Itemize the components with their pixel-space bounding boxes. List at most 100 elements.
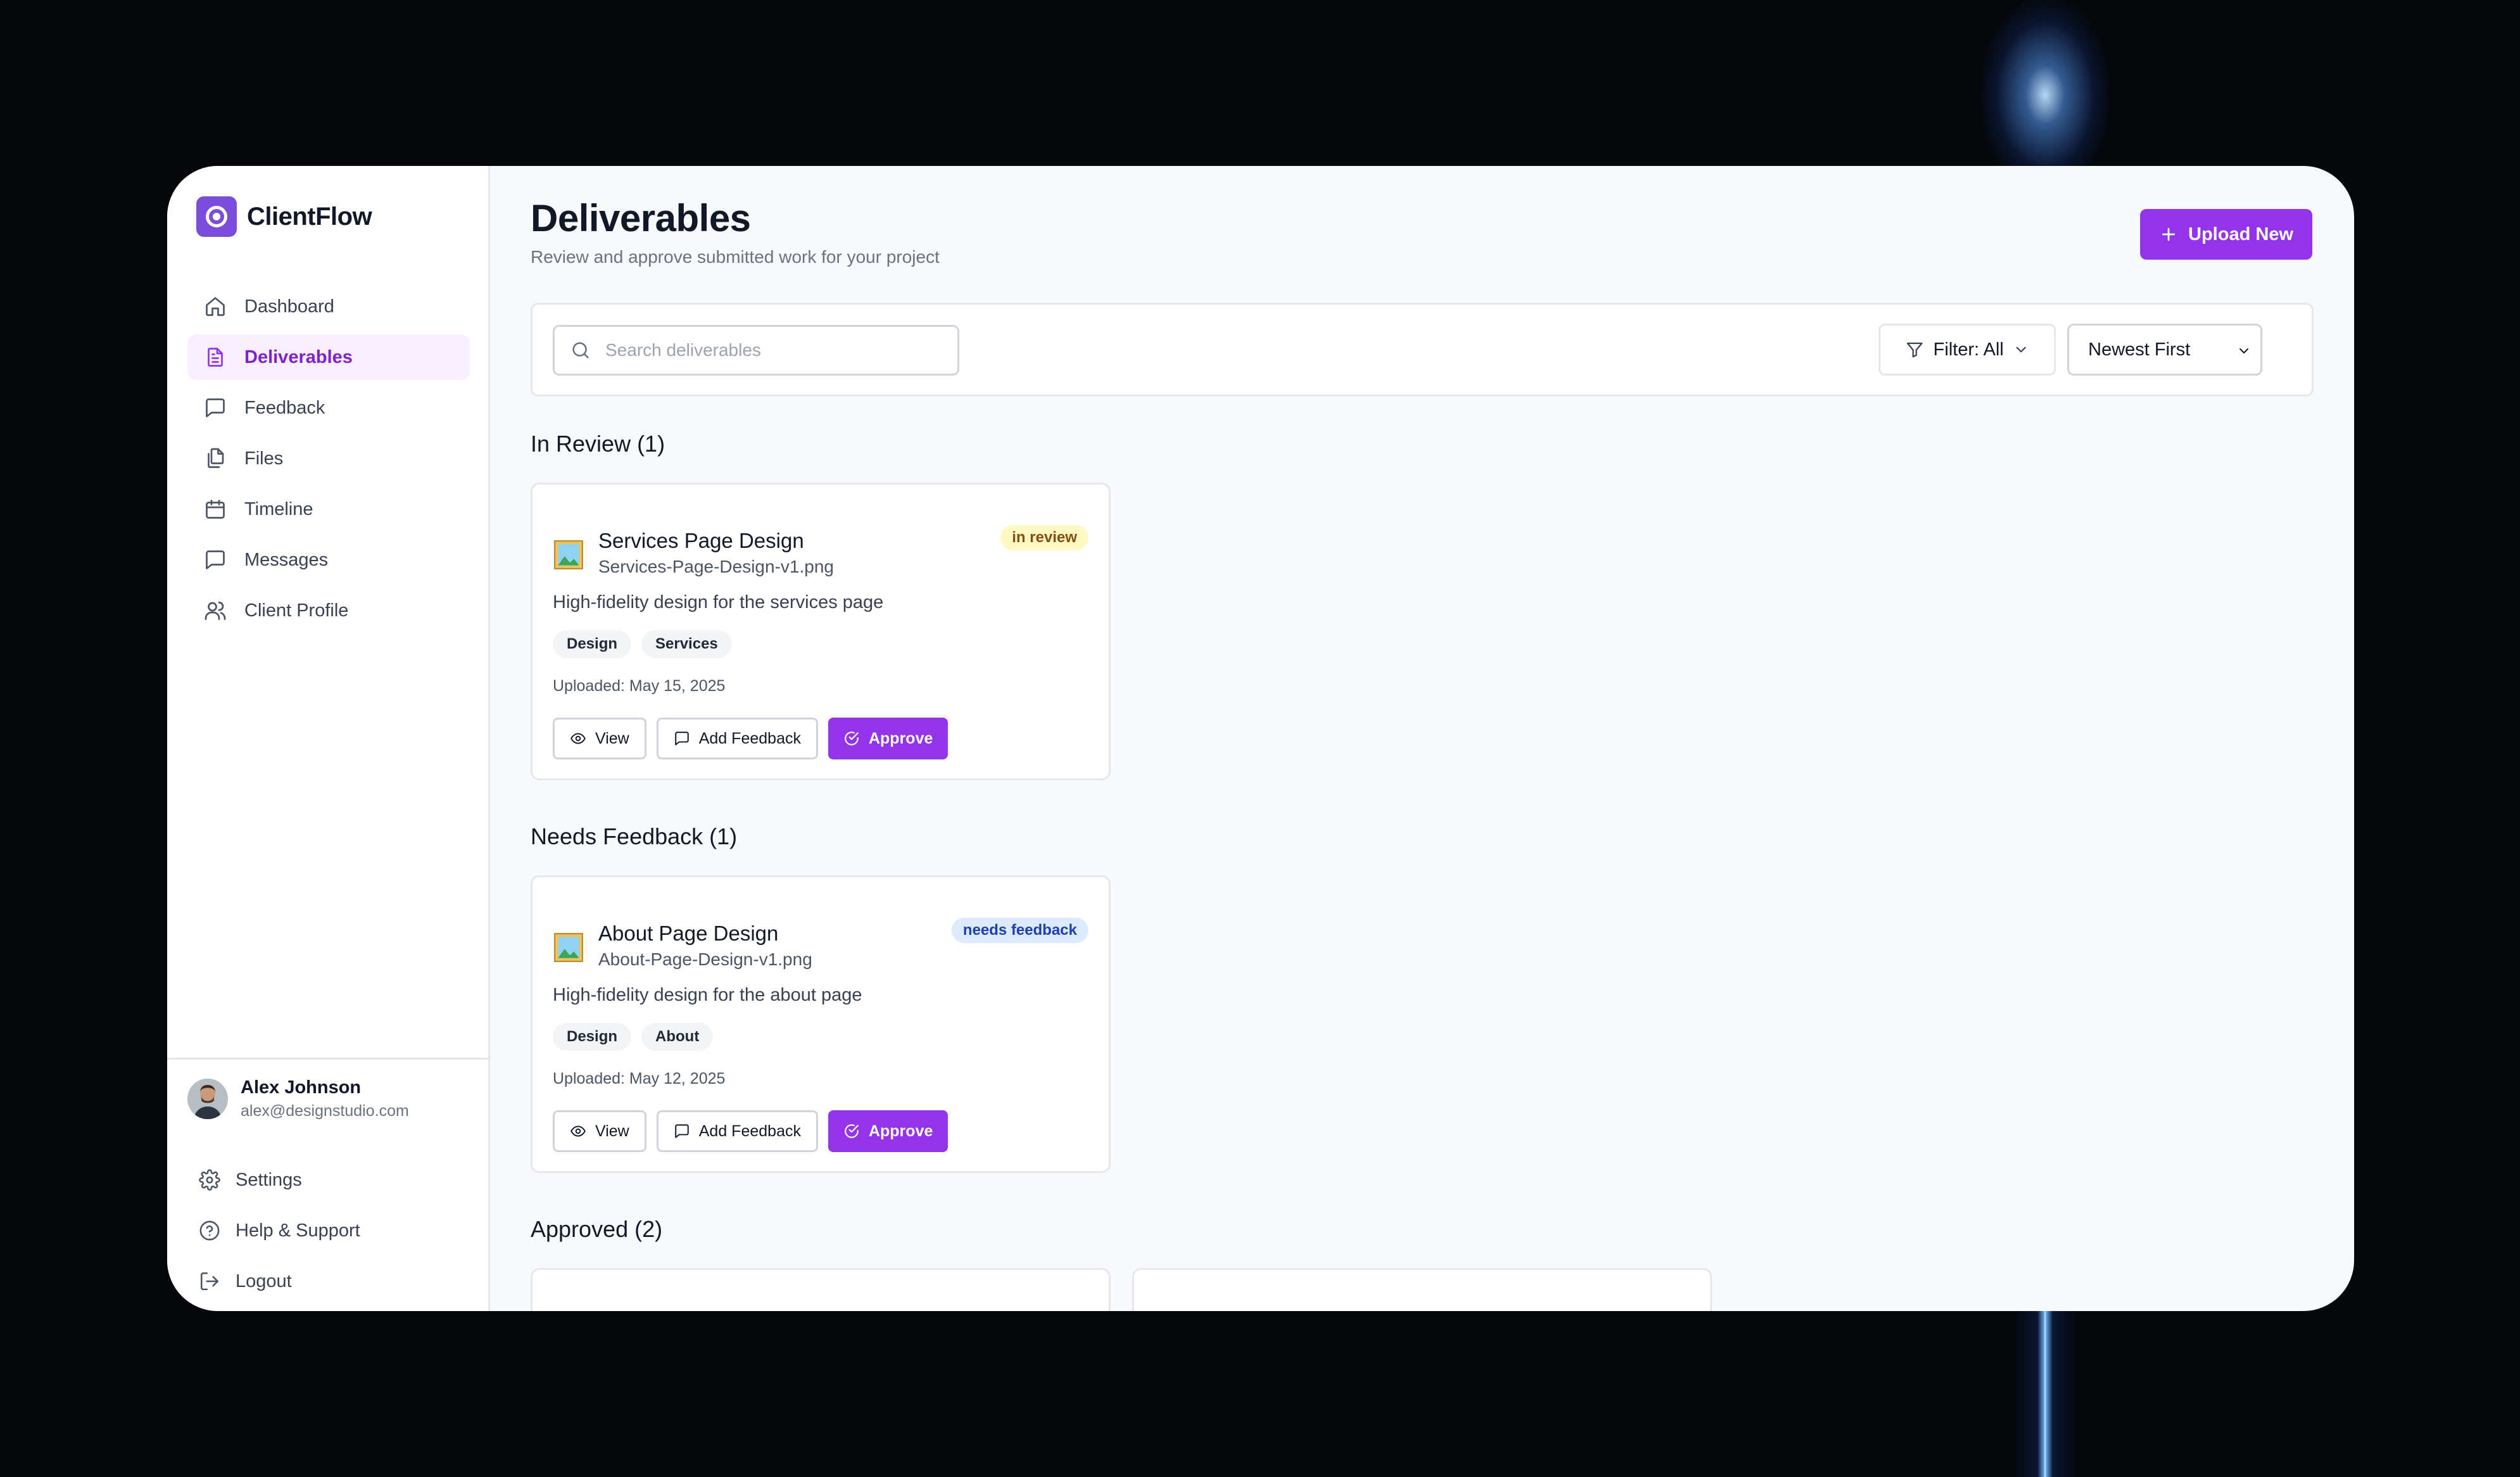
chevron-down-icon: [2240, 348, 2248, 354]
logout-icon: [200, 1272, 219, 1291]
status-badge: in review: [1000, 525, 1088, 550]
add-feedback-label: Add Feedback: [698, 729, 801, 747]
sort-value: Newest First: [2088, 339, 2191, 360]
brand[interactable]: ClientFlow: [196, 196, 372, 237]
section-title-needs-feedback: Needs Feedback (1): [531, 823, 738, 849]
deliverable-card: [531, 1268, 1111, 1311]
sidebar-item-label: Deliverables: [244, 346, 353, 367]
avatar: [187, 1079, 228, 1119]
sidebar-item-label: Client Profile: [244, 600, 349, 621]
sidebar-item-label: Files: [244, 448, 284, 469]
upload-new-label: Upload New: [2188, 224, 2293, 244]
card-title: About Page Design: [598, 922, 779, 945]
brand-name: ClientFlow: [247, 202, 372, 231]
section-title-approved: Approved (2): [531, 1216, 663, 1242]
logout-link[interactable]: Logout: [199, 1256, 360, 1307]
tag: Design: [553, 1023, 632, 1051]
sidebar-item-client-profile[interactable]: Client Profile: [187, 588, 470, 633]
eye-icon: [570, 733, 586, 744]
help-support-label: Help & Support: [236, 1220, 360, 1241]
search-input[interactable]: [605, 340, 935, 360]
filter-label: Filter: All: [1933, 339, 2004, 360]
approve-button[interactable]: Approve: [828, 718, 948, 759]
tag-list: Design Services: [553, 630, 742, 658]
add-feedback-button[interactable]: Add Feedback: [656, 1110, 818, 1152]
sidebar-item-messages[interactable]: Messages: [187, 537, 470, 583]
check-circle-icon: [845, 1124, 859, 1138]
logout-label: Logout: [236, 1271, 292, 1291]
plus-icon: [2162, 227, 2176, 241]
filter-button[interactable]: Filter: All: [1879, 324, 2056, 376]
upload-new-button[interactable]: Upload New: [2140, 209, 2312, 260]
status-badge: needs feedback: [951, 918, 1088, 943]
user-email: alex@designstudio.com: [241, 1102, 409, 1120]
image-file-icon: [554, 933, 583, 962]
view-button[interactable]: View: [553, 718, 646, 759]
tag-list: Design About: [553, 1023, 723, 1051]
message-icon: [206, 550, 225, 569]
page-subtitle: Review and approve submitted work for yo…: [531, 247, 940, 267]
chevron-down-icon: [2016, 346, 2026, 353]
view-button[interactable]: View: [553, 1110, 646, 1152]
sidebar-item-feedback[interactable]: Feedback: [187, 385, 470, 431]
users-icon: [205, 601, 226, 620]
help-icon: [199, 1220, 220, 1241]
upload-date: Uploaded: May 12, 2025: [553, 1070, 726, 1087]
approve-label: Approve: [868, 729, 933, 747]
sidebar-item-deliverables[interactable]: Deliverables: [187, 334, 470, 380]
card-actions: View Add Feedback Approve: [553, 718, 958, 759]
message-square-icon: [675, 732, 689, 745]
deliverable-card: About Page Design About-Page-Design-v1.p…: [531, 875, 1111, 1173]
settings-link[interactable]: Settings: [199, 1155, 360, 1205]
sidebar-item-timeline[interactable]: Timeline: [187, 486, 470, 532]
gear-icon: [199, 1169, 220, 1191]
filter-icon: [1907, 342, 1923, 358]
add-feedback-label: Add Feedback: [698, 1122, 801, 1140]
sidebar-item-label: Feedback: [244, 397, 325, 418]
user-profile[interactable]: Alex Johnson alex@designstudio.com: [187, 1077, 409, 1120]
brand-logo-icon: [196, 196, 237, 237]
card-filename: Services-Page-Design-v1.png: [598, 557, 834, 576]
sidebar-footer-nav: Settings Help & Support Logout: [199, 1155, 360, 1307]
main-content: Deliverables Review and approve submitte…: [490, 166, 2354, 1311]
calendar-icon: [206, 500, 225, 519]
card-title: Services Page Design: [598, 529, 804, 552]
background-glow: [1982, 0, 2108, 190]
files-icon: [208, 448, 224, 468]
card-description: High-fidelity design for the about page: [553, 985, 862, 1005]
view-label: View: [595, 1122, 629, 1140]
approve-label: Approve: [868, 1122, 933, 1140]
message-square-icon: [675, 1124, 689, 1138]
search-icon: [572, 342, 589, 358]
user-name: Alex Johnson: [241, 1077, 362, 1098]
image-file-icon: [554, 540, 583, 569]
message-square-icon: [206, 398, 225, 417]
sidebar-footer: Alex Johnson alex@designstudio.com Setti…: [167, 1058, 490, 1291]
tag: Design: [553, 630, 632, 658]
tag: Services: [641, 630, 732, 658]
sidebar: ClientFlow Dashboard Deliverables Feedba…: [167, 166, 490, 1311]
check-circle-icon: [845, 732, 859, 745]
sort-select[interactable]: Newest First: [2067, 324, 2262, 376]
tag: About: [641, 1023, 714, 1051]
sidebar-item-label: Timeline: [244, 498, 313, 519]
upload-date: Uploaded: May 15, 2025: [553, 677, 726, 695]
eye-icon: [570, 1125, 586, 1137]
settings-label: Settings: [236, 1169, 302, 1190]
document-icon: [208, 348, 223, 367]
card-description: High-fidelity design for the services pa…: [553, 592, 884, 612]
add-feedback-button[interactable]: Add Feedback: [656, 718, 818, 759]
approve-button[interactable]: Approve: [828, 1110, 948, 1152]
sidebar-item-dashboard[interactable]: Dashboard: [187, 284, 470, 329]
view-label: View: [595, 729, 629, 747]
section-title-in-review: In Review (1): [531, 431, 665, 457]
toolbar: Filter: All Newest First: [531, 303, 2314, 396]
app-window: ClientFlow Dashboard Deliverables Feedba…: [167, 166, 2354, 1311]
home-icon: [206, 297, 225, 316]
help-support-link[interactable]: Help & Support: [199, 1205, 360, 1256]
sidebar-nav: Dashboard Deliverables Feedback Files Ti…: [187, 284, 470, 638]
page-title: Deliverables: [531, 197, 751, 239]
sidebar-item-label: Messages: [244, 549, 329, 570]
sidebar-item-files[interactable]: Files: [187, 436, 470, 481]
background-beam: [2038, 1305, 2053, 1477]
